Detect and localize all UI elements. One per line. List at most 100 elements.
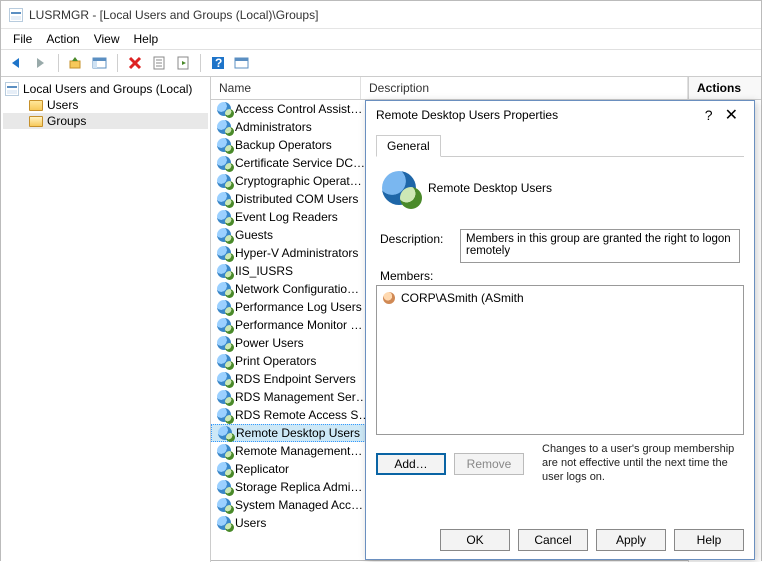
group-icon — [217, 102, 231, 116]
group-icon — [217, 138, 231, 152]
group-row-label: Backup Operators — [235, 138, 332, 152]
group-row-label: IIS_IUSRS — [235, 264, 293, 278]
column-name[interactable]: Name — [211, 77, 361, 99]
cancel-button[interactable]: Cancel — [518, 529, 588, 551]
menu-bar: File Action View Help — [1, 29, 761, 49]
help-button[interactable]: ? — [208, 53, 228, 73]
folder-open-icon — [29, 116, 43, 127]
group-row-label: RDS Endpoint Servers — [235, 372, 356, 386]
group-row-label: Access Control Assist… — [235, 102, 362, 116]
group-row-label: Remote Management… — [235, 444, 362, 458]
group-icon — [218, 426, 232, 440]
group-row-label: RDS Remote Access S… — [235, 408, 370, 422]
dialog-body: General Remote Desktop Users Description… — [366, 129, 754, 484]
up-button[interactable] — [66, 53, 86, 73]
tree-groups[interactable]: Groups — [3, 113, 208, 129]
tree-root[interactable]: Local Users and Groups (Local) — [3, 81, 208, 97]
group-row-label: Users — [235, 516, 266, 530]
group-row-label: Storage Replica Admi… — [235, 480, 362, 494]
group-row-label: Certificate Service DC… — [235, 156, 365, 170]
group-icon — [217, 498, 231, 512]
dialog-titlebar: Remote Desktop Users Properties ? ✕ — [366, 101, 754, 129]
group-row-label: Event Log Readers — [235, 210, 338, 224]
toolbar-separator — [117, 54, 118, 72]
group-row-label: Distributed COM Users — [235, 192, 358, 206]
description-input[interactable]: Members in this group are granted the ri… — [460, 229, 740, 263]
group-row-label: Performance Monitor … — [235, 318, 362, 332]
group-icon — [217, 264, 231, 278]
remove-button: Remove — [454, 453, 524, 475]
group-row-label: Print Operators — [235, 354, 316, 368]
member-row[interactable]: CORP\ASmith (ASmith — [381, 290, 739, 306]
group-icon — [217, 462, 231, 476]
group-icon — [217, 480, 231, 494]
group-row-label: Cryptographic Operat… — [235, 174, 362, 188]
actions-header: Actions — [689, 77, 761, 100]
group-icon — [217, 246, 231, 260]
group-icon — [217, 174, 231, 188]
app-icon — [9, 8, 23, 22]
dialog-title: Remote Desktop Users Properties — [376, 108, 558, 122]
tab-strip: General — [376, 135, 744, 157]
forward-button[interactable] — [31, 53, 51, 73]
help-icon[interactable]: ? — [699, 107, 719, 123]
apply-button[interactable]: Apply — [596, 529, 666, 551]
group-header: Remote Desktop Users — [376, 157, 744, 223]
properties-button[interactable] — [149, 53, 169, 73]
menu-file[interactable]: File — [13, 32, 32, 46]
window-title: LUSRMGR - [Local Users and Groups (Local… — [29, 8, 318, 22]
close-icon[interactable]: ✕ — [719, 105, 744, 125]
group-row-label: Replicator — [235, 462, 289, 476]
svg-text:?: ? — [215, 56, 222, 70]
group-name: Remote Desktop Users — [428, 181, 552, 195]
group-row-label: Administrators — [235, 120, 312, 134]
description-label: Description: — [380, 229, 450, 246]
member-buttons: Add… Remove Changes to a user's group me… — [376, 443, 744, 484]
members-label: Members: — [380, 269, 740, 283]
folder-icon — [29, 100, 43, 111]
add-button[interactable]: Add… — [376, 453, 446, 475]
group-icon — [217, 516, 231, 530]
ok-button[interactable]: OK — [440, 529, 510, 551]
group-icon — [217, 192, 231, 206]
group-big-icon — [382, 171, 416, 205]
help-button[interactable]: Help — [674, 529, 744, 551]
group-icon — [217, 390, 231, 404]
tree-users-label: Users — [47, 98, 78, 112]
group-row-label: Network Configuratio… — [235, 282, 359, 296]
delete-button[interactable] — [125, 53, 145, 73]
show-hide-tree-button[interactable] — [90, 53, 110, 73]
tree-users[interactable]: Users — [3, 97, 208, 113]
description-field: Description: Members in this group are g… — [380, 229, 740, 263]
group-icon — [217, 408, 231, 422]
group-icon — [217, 120, 231, 134]
group-icon — [217, 318, 231, 332]
toolbar-separator — [200, 54, 201, 72]
group-row-label: Hyper-V Administrators — [235, 246, 358, 260]
group-row-label: Remote Desktop Users — [236, 426, 360, 440]
view-button[interactable] — [232, 53, 252, 73]
export-button[interactable] — [173, 53, 193, 73]
group-icon — [217, 336, 231, 350]
menu-action[interactable]: Action — [46, 32, 79, 46]
group-icon — [217, 444, 231, 458]
group-row-label: Guests — [235, 228, 273, 242]
toolbar-separator — [58, 54, 59, 72]
nav-tree[interactable]: Local Users and Groups (Local) Users Gro… — [1, 77, 211, 562]
group-row-label: Power Users — [235, 336, 304, 350]
column-description[interactable]: Description — [361, 77, 688, 99]
group-row-label: Performance Log Users — [235, 300, 362, 314]
members-list[interactable]: CORP\ASmith (ASmith — [376, 285, 744, 435]
column-header-row: Name Description — [211, 77, 688, 100]
tab-general[interactable]: General — [376, 135, 441, 157]
group-icon — [217, 210, 231, 224]
console-root-icon — [5, 82, 19, 96]
group-icon — [217, 228, 231, 242]
menu-help[interactable]: Help — [134, 32, 159, 46]
group-icon — [217, 156, 231, 170]
menu-view[interactable]: View — [94, 32, 120, 46]
group-row-label: System Managed Acc… — [235, 498, 363, 512]
member-label: CORP\ASmith (ASmith — [401, 291, 524, 305]
group-icon — [217, 300, 231, 314]
back-button[interactable] — [7, 53, 27, 73]
